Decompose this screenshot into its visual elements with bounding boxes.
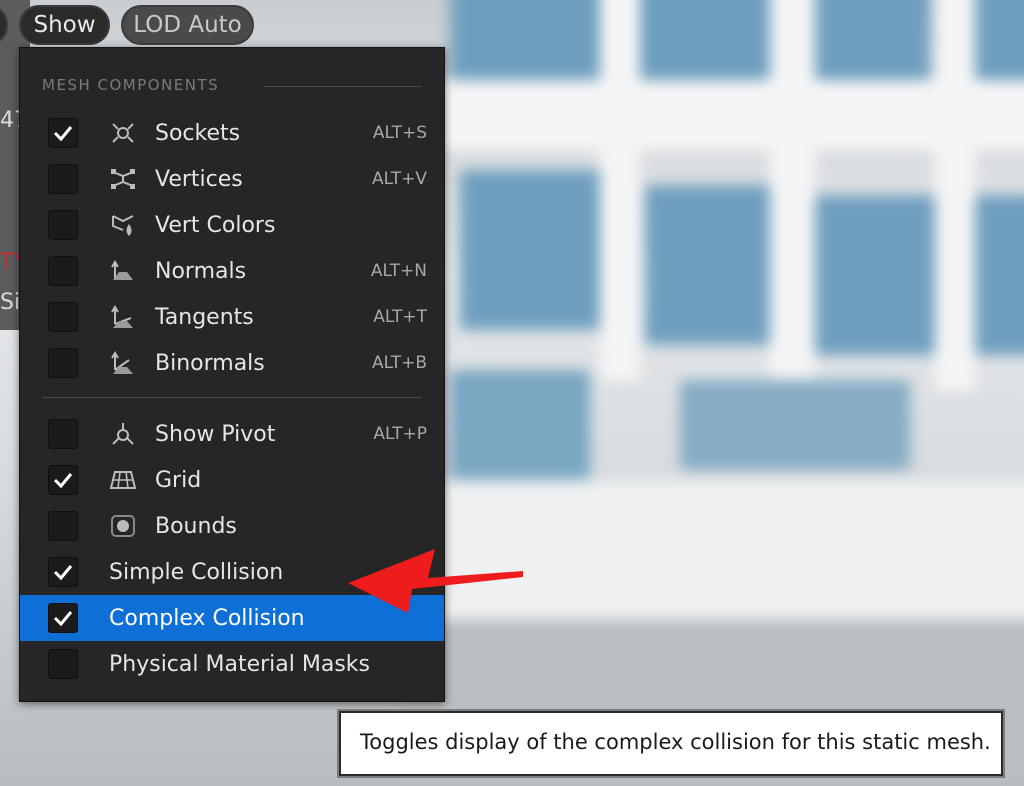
annotation-arrow	[348, 549, 523, 613]
menu-item-sockets[interactable]: Sockets ALT+S	[20, 110, 444, 156]
tooltip: Toggles display of the complex collision…	[339, 711, 1003, 776]
show-menu-button[interactable]: Show	[19, 5, 110, 45]
binormals-icon	[111, 351, 133, 374]
menu-item-label: Binormals	[155, 350, 265, 376]
menu-item-label: Tangents	[155, 304, 254, 330]
checkbox-checked[interactable]	[48, 557, 78, 587]
menu-item-vertices[interactable]: Vertices ALT+V	[20, 156, 444, 202]
shortcut-text: ALT+T	[373, 307, 427, 327]
menu-item-label: Simple Collision	[109, 559, 284, 585]
checkbox-checked[interactable]	[48, 118, 78, 148]
menu-item-label: Bounds	[155, 513, 237, 539]
menu-item-label: Vertices	[155, 166, 243, 192]
checkbox[interactable]	[48, 511, 78, 541]
shortcut-text: ALT+B	[371, 353, 427, 373]
section-header: MESH COMPONENTS	[42, 76, 220, 94]
menu-item-label: Sockets	[155, 120, 241, 146]
checkbox[interactable]	[48, 302, 78, 332]
menu-item-label: Vert Colors	[155, 212, 276, 238]
menu-item-vert-colors[interactable]: Vert Colors	[20, 202, 444, 248]
menu-item-label: Grid	[155, 467, 202, 493]
tooltip-text: Toggles display of the complex collision…	[360, 730, 991, 754]
menu-item-label: Normals	[155, 258, 247, 284]
menu-item-label: Complex Collision	[109, 605, 305, 631]
menu-item-tangents[interactable]: Tangents ALT+T	[20, 294, 444, 340]
checkbox[interactable]	[48, 649, 78, 679]
checkbox[interactable]	[48, 419, 78, 449]
menu-item-grid[interactable]: Grid	[20, 457, 444, 503]
bg-text-fragment: Si	[0, 290, 21, 315]
menu-item-binormals[interactable]: Binormals ALT+B	[20, 340, 444, 386]
menu-item-normals[interactable]: Normals ALT+N	[20, 248, 444, 294]
lod-button[interactable]: LOD Auto	[121, 5, 254, 45]
menu-item-physical-material-masks[interactable]: Physical Material Masks	[20, 641, 444, 687]
menu-item-label: Physical Material Masks	[109, 651, 370, 677]
checkbox[interactable]	[48, 348, 78, 378]
menu-item-bounds[interactable]: Bounds	[20, 503, 444, 549]
shortcut-text: ALT+N	[370, 261, 427, 281]
shortcut-text: ALT+S	[372, 123, 427, 143]
pivot-icon	[112, 423, 134, 445]
bounds-icon	[111, 515, 135, 537]
normals-icon	[111, 260, 133, 280]
shortcut-text: ALT+P	[373, 424, 427, 444]
sockets-icon	[112, 123, 134, 143]
menu-item-label: Show Pivot	[155, 421, 276, 447]
vertices-icon	[111, 169, 135, 189]
checkbox-checked[interactable]	[48, 465, 78, 495]
section-divider	[263, 86, 422, 87]
checkbox[interactable]	[48, 210, 78, 240]
tangents-icon	[111, 305, 133, 328]
grid-icon	[109, 471, 137, 489]
menu-item-show-pivot[interactable]: Show Pivot ALT+P	[20, 411, 444, 457]
checkbox-checked[interactable]	[48, 603, 78, 633]
checkbox[interactable]	[48, 256, 78, 286]
vert-colors-icon	[112, 215, 134, 236]
menu-divider	[42, 397, 422, 398]
shortcut-text: ALT+V	[371, 169, 427, 189]
checkbox[interactable]	[48, 164, 78, 194]
